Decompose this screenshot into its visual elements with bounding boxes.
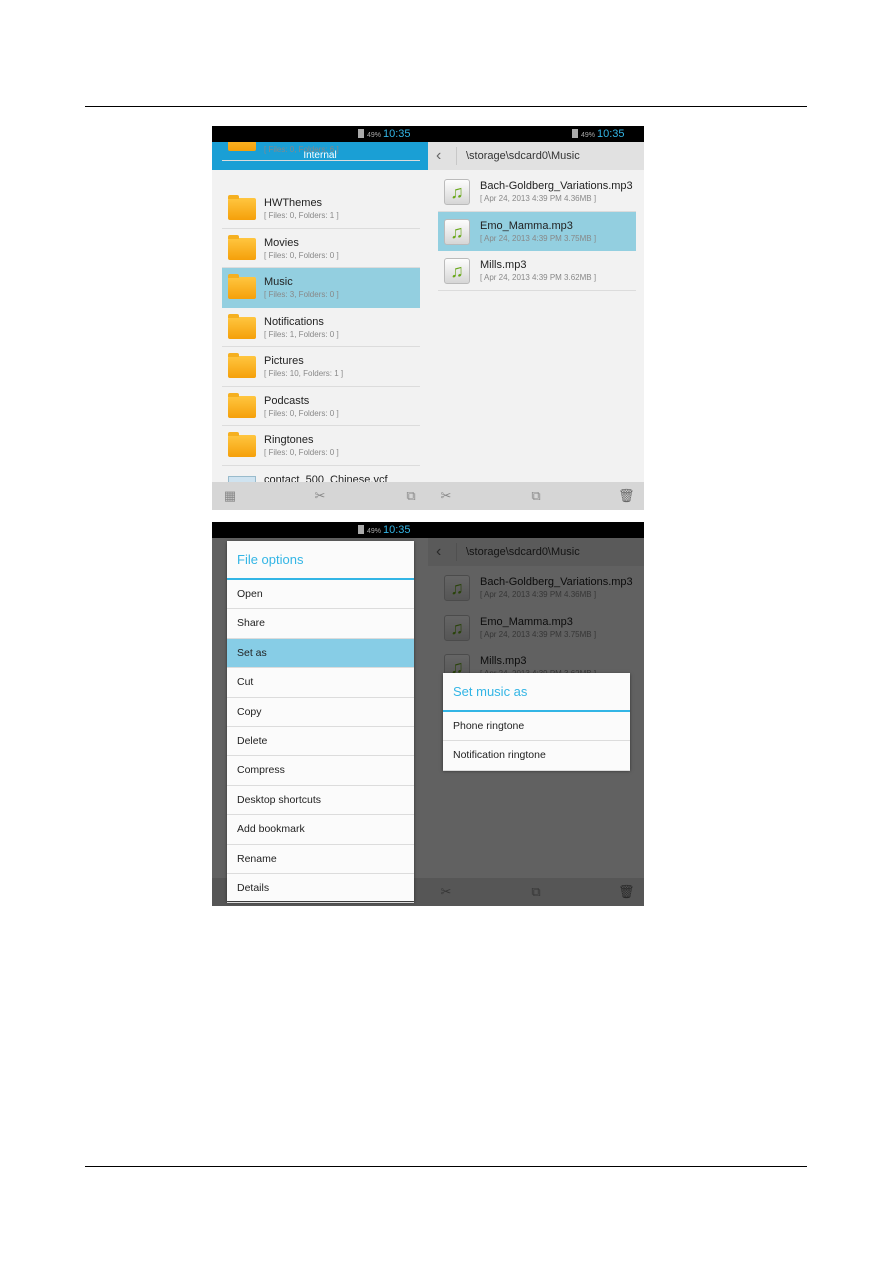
menu-item-share[interactable]: Share [227,609,414,639]
item-name: Music [264,276,293,288]
folder-icon [228,432,256,457]
cut-icon[interactable]: ✂ [438,488,454,504]
copy-icon[interactable]: ⧉ [528,488,544,504]
item-name: HWThemes [264,197,323,209]
item-meta: [ Files: 0, Folders: 1 ] [264,211,339,220]
menu-item-cut[interactable]: Cut [227,668,414,698]
folder-list-item[interactable]: HWThemes [ Files: 0, Folders: 1 ] [222,189,420,229]
folder-list-item[interactable]: Ringtones [ Files: 0, Folders: 0 ] [222,426,420,466]
battery-level: 49% [581,132,596,139]
left-pane: Internal [ Files: 0, Folders: 6 ] HWTheme… [212,142,428,482]
folder-icon [228,142,256,151]
item-meta: [ Files: 0, Folders: 0 ] [264,250,339,260]
file-meta: [ Apr 24, 2013 4:39 PM 3.75MB ] [480,233,597,243]
folder-list-item[interactable]: Movies[ Files: 0, Folders: 0 ] [222,229,420,268]
cut-icon[interactable]: ✂ [312,488,328,504]
item-meta: [ Files: 10, Folders: 1 ] [264,369,344,378]
header-rule [85,106,807,107]
footer-rule [85,1166,807,1167]
folder-icon [228,195,256,220]
back-icon[interactable]: ‹ [436,142,441,170]
item-name: contact_500_Chinese.vcf [264,473,388,483]
bottom-toolbar: ▦ ✂ ⧉ ✂ ⧉ 🗑 [212,482,644,510]
folder-list-item[interactable]: Podcasts[ Files: 0, Folders: 0 ] [222,387,420,426]
dialog-title: File options [227,541,414,580]
battery-level: 49% [367,528,382,535]
folder-icon [228,274,256,299]
folder-icon [228,392,256,418]
folder-list-item[interactable]: Pictures [ Files: 10, Folders: 1 ] [222,347,420,387]
item-name: Pictures [264,355,304,367]
file-name: Bach-Goldberg_Variations.mp3 [480,180,633,192]
music-file-item[interactable]: ♫ Emo_Mamma.mp3[ Apr 24, 2013 4:39 PM 3.7… [438,211,636,251]
menu-item-add-bookmark[interactable]: Add bookmark [227,815,414,845]
item-meta: [ Files: 0, Folders: 6 ] [264,145,339,154]
divider [456,147,457,165]
clock: 10:35 [383,128,411,140]
status-bar: 49% 10:35 [212,522,644,538]
current-path: \storage\sdcard0\Music [466,150,580,162]
music-file-icon: ♫ [444,218,470,245]
menu-item-set-as[interactable]: Set as [227,638,414,669]
file-options-dialog: File options Open Share Set as Cut Copy Delet… [227,541,414,904]
folder-list-item[interactable]: Notifications[ Files: 1, Folders: 0 ] [222,308,420,347]
clock: 10:35 [383,524,411,536]
menu-item-open[interactable]: Open [227,580,414,610]
dialog-title: Set music as [443,673,630,712]
file-meta: [ Apr 24, 2013 4:39 PM 4.36MB ] [480,194,597,203]
set-music-as-dialog: Set music as Phone ringtone Notification … [443,673,630,771]
folder-icon [228,313,256,339]
menu-item-notification-ringtone[interactable]: Notification ringtone [443,741,630,771]
item-name: Podcasts [264,394,310,407]
item-name: Notifications [264,315,324,328]
clock: 10:35 [597,128,625,140]
path-bar: ‹ \storage\sdcard0\Music [428,142,644,170]
item-name: Ringtones [264,434,314,446]
folder-icon [228,234,256,260]
file-name: Emo_Mamma.mp3 [480,219,573,232]
trash-icon[interactable]: 🗑 [618,488,635,504]
music-file-icon: ♫ [444,179,470,205]
item-meta: [ Files: 1, Folders: 0 ] [264,329,339,339]
folder-icon [228,353,256,378]
menu-item-phone-ringtone[interactable]: Phone ringtone [443,712,630,742]
menu-item-rename[interactable]: Rename [227,845,414,874]
file-manager-screenshot: 49% 10:35 49% 10:35 Internal [ Files: 0, F… [212,126,644,510]
folder-list-item[interactable]: [ Files: 0, Folders: 6 ] [222,142,420,161]
file-meta: [ Apr 24, 2013 4:39 PM 3.62MB ] [480,273,597,282]
item-name: Movies [264,236,299,249]
sim-icon [358,129,364,138]
folder-list-item[interactable]: contact_500_Chinese.vcf [222,466,420,483]
music-file-item[interactable]: ♫ Mills.mp3 [ Apr 24, 2013 4:39 PM 3.62MB … [438,251,636,291]
status-bar: 49% 10:35 49% 10:35 [212,126,644,142]
music-file-item[interactable]: ♫ Bach-Goldberg_Variations.mp3 [ Apr 24, 2… [438,172,636,212]
item-meta: [ Files: 0, Folders: 0 ] [264,448,339,457]
menu-item-copy[interactable]: Copy [227,698,414,727]
music-file-icon: ♫ [444,258,470,284]
grid-view-icon[interactable]: ▦ [222,488,238,504]
folder-list-item[interactable]: Music [ Files: 3, Folders: 0 ] [222,268,420,308]
file-options-screenshot: 49%10:35 ‹ \storage\sdcard0\Music ♫Bach-… [212,522,644,906]
item-meta: [ Files: 0, Folders: 0 ] [264,408,339,418]
right-pane: ‹ \storage\sdcard0\Music ♫ Bach-Goldberg_… [428,142,644,482]
copy-icon[interactable]: ⧉ [403,488,419,504]
sim-icon [358,525,364,534]
sim-icon [572,129,578,138]
menu-item-delete[interactable]: Delete [227,727,414,757]
battery-level: 49% [367,132,382,139]
menu-item-details[interactable]: Details [227,874,414,904]
menu-item-desktop-shortcuts[interactable]: Desktop shortcuts [227,786,414,816]
item-meta: [ Files: 3, Folders: 0 ] [264,290,339,299]
menu-item-compress[interactable]: Compress [227,756,414,786]
file-name: Mills.mp3 [480,259,527,271]
